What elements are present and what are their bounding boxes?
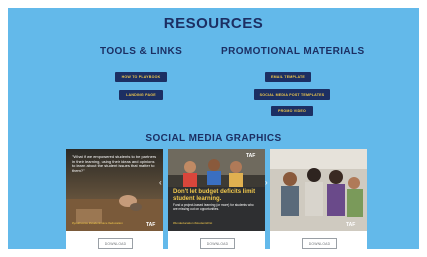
students-group-image: [270, 149, 367, 231]
download-button[interactable]: DOWNLOAD: [302, 238, 337, 249]
taf-logo: TAF: [246, 153, 256, 159]
taf-logo: TAF: [146, 222, 156, 228]
resources-panel: RESOURCES TOOLS & LINKS PROMOTIONAL MATE…: [8, 8, 419, 249]
taf-logo: TAF: [346, 222, 356, 228]
landing-page-button[interactable]: LANDING PAGE: [119, 90, 163, 100]
tools-links-heading: TOOLS & LINKS: [100, 46, 183, 57]
social-graphic-image: TAF Don't let budget deficits limit stud…: [168, 149, 265, 231]
carousel-prev-arrow-icon[interactable]: ‹: [159, 178, 162, 187]
social-graphic-card: TAF DOWNLOAD: [270, 149, 367, 249]
social-media-post-templates-button[interactable]: SOCIAL MEDIA POST TEMPLATES: [254, 89, 330, 100]
how-to-playbook-button[interactable]: HOW TO PLAYBOOK: [115, 72, 167, 82]
social-graphic-card: "What if we empowered students to be par…: [66, 149, 163, 249]
card-subtext: Fund a project-based learning (or more) …: [173, 203, 254, 211]
email-template-button[interactable]: EMAIL TEMPLATE: [265, 72, 311, 82]
promo-video-button[interactable]: PROMO VIDEO: [271, 106, 313, 116]
download-button[interactable]: DOWNLOAD: [98, 238, 133, 249]
card-footer: DOWNLOAD: [66, 231, 163, 249]
download-button[interactable]: DOWNLOAD: [200, 238, 235, 249]
card-headline: Don't let budget deficits limit student …: [173, 189, 256, 202]
carousel-next-arrow-icon[interactable]: ›: [265, 178, 268, 187]
promotional-materials-heading: PROMOTIONAL MATERIALS: [221, 46, 365, 57]
page-title: RESOURCES: [163, 15, 264, 32]
card-footer: DOWNLOAD: [270, 231, 367, 249]
card-hashtags: #youthvoice #studentvoice #education: [72, 221, 123, 225]
social-graphic-image: "What if we empowered students to be par…: [66, 149, 163, 231]
card-footer: DOWNLOAD: [168, 231, 265, 249]
card-quote-text: "What if we empowered students to be par…: [72, 154, 157, 173]
social-media-graphics-heading: SOCIAL MEDIA GRAPHICS: [145, 133, 282, 144]
social-graphic-card: TAF Don't let budget deficits limit stud…: [168, 149, 265, 249]
card-hashtags: #fundeducation #studentsfirst: [173, 221, 213, 225]
social-graphic-image: TAF: [270, 149, 367, 231]
